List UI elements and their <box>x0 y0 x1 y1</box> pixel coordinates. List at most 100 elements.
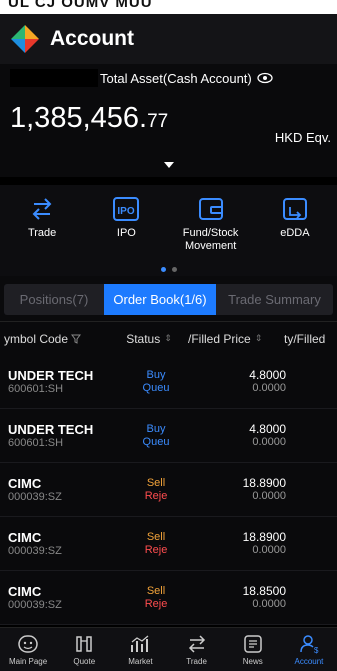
news-icon <box>244 635 262 653</box>
stock-name: UNDER TECH <box>8 367 94 383</box>
nav-quote[interactable]: Quote <box>56 628 112 671</box>
sort-icon[interactable]: ⇕ <box>255 333 263 344</box>
brand-logo-icon <box>11 25 39 53</box>
order-row[interactable]: UNDER TECH 600601:SH Buy Queu 4.8000 0.0000 <box>0 409 337 463</box>
stock-name: UNDER TECH <box>8 421 94 437</box>
col-price[interactable]: /Filled Price ⇕ <box>188 332 284 346</box>
filled-price: 0.0000 <box>252 490 286 502</box>
nav-news[interactable]: News <box>225 628 281 671</box>
total-asset-label: Total Asset(Cash Account) <box>100 70 252 86</box>
trade-icon <box>188 635 205 653</box>
col-status[interactable]: Status ⇕ <box>110 332 188 346</box>
edda-icon <box>282 198 307 220</box>
nav-market[interactable]: Market <box>112 628 168 671</box>
currency-label: HKD Eqv. <box>274 130 331 145</box>
shortcut-trade[interactable]: Trade <box>0 195 84 253</box>
wallet-icon <box>198 198 223 220</box>
svg-text:$: $ <box>314 646 319 655</box>
shortcut-label: Trade <box>27 227 57 239</box>
col-qty-label: ty/Filled <box>284 331 326 346</box>
nav-label: Trade <box>186 657 207 666</box>
filled-price: 0.0000 <box>252 544 286 556</box>
stock-code: 000039:SZ <box>8 598 62 611</box>
col-qty[interactable]: ty/Filled <box>284 332 337 346</box>
stock-code: 000039:SZ <box>8 544 62 557</box>
col-status-label: Status <box>126 331 161 346</box>
expand-caret-icon[interactable] <box>163 162 174 168</box>
nav-label: Quote <box>73 657 96 666</box>
page-title: Account <box>50 27 134 50</box>
order-price: 18.8900 <box>242 476 286 490</box>
sort-icon[interactable]: ⇕ <box>164 333 172 344</box>
tab-positions[interactable]: Positions(7) <box>4 284 104 315</box>
shortcut-edda[interactable]: eDDA <box>253 195 337 253</box>
page-dot <box>171 267 177 272</box>
account-icon: $ <box>300 635 319 655</box>
home-icon <box>18 635 38 653</box>
filled-price: 0.0000 <box>252 382 286 394</box>
stock-code: 000039:SZ <box>8 490 62 503</box>
masked-account-number <box>10 69 98 87</box>
order-state: Reje <box>144 489 168 502</box>
order-price: 18.8500 <box>242 584 286 598</box>
nav-account[interactable]: $ Account <box>281 628 337 671</box>
col-symbol-label: ymbol Code <box>4 331 69 346</box>
stock-name: CIMC <box>8 583 42 599</box>
status-strip: UL CJ OUMV MUU <box>0 0 337 14</box>
app-header: Account <box>0 14 337 64</box>
status-strip-text: UL CJ OUMV MUU <box>8 0 153 11</box>
col-price-label: /Filled Price <box>188 331 251 346</box>
order-price: 4.8000 <box>249 422 286 436</box>
stock-name: CIMC <box>8 475 42 491</box>
shortcut-label: eDDA <box>280 227 310 239</box>
tab-trade-summary[interactable]: Trade Summary <box>216 284 333 315</box>
asset-summary: Total Asset(Cash Account) 1,385,456. 77 … <box>0 64 337 177</box>
bottom-nav: Main Page Quote Market Trade News $ Acco… <box>0 627 337 671</box>
quote-icon <box>76 636 92 652</box>
order-table-header: ymbol Code Status ⇕ /Filled Price ⇕ ty/F… <box>0 321 337 355</box>
shortcut-label: Fund/Stock Movement <box>182 227 239 252</box>
order-state: Reje <box>144 597 168 610</box>
order-side: Sell <box>146 476 166 489</box>
tab-bar: Positions(7) Order Book(1/6) Trade Summa… <box>0 276 337 321</box>
order-side: Buy <box>146 368 166 381</box>
order-state: Queu <box>142 435 170 448</box>
order-side: Sell <box>146 530 166 543</box>
amount-main: 1,385,456. <box>10 102 148 134</box>
nav-trade[interactable]: Trade <box>169 628 225 671</box>
stock-code: 600601:SH <box>8 382 64 395</box>
order-side: Sell <box>146 584 166 597</box>
nav-label: Account <box>294 657 324 666</box>
order-price: 4.8000 <box>249 368 286 382</box>
svg-text:IPO: IPO <box>118 206 135 217</box>
order-row[interactable]: CIMC 000039:SZ Sell Reje 18.8500 0.0000 <box>0 571 337 625</box>
nav-label: Main Page <box>8 657 48 666</box>
order-row[interactable]: CIMC 000039:SZ Sell Reje 18.8900 0.0000 <box>0 463 337 517</box>
shortcut-ipo[interactable]: IPO IPO <box>84 195 168 253</box>
shortcut-fund-stock-movement[interactable]: Fund/Stock Movement <box>169 195 253 253</box>
order-list: UNDER TECH 600601:SH Buy Queu 4.8000 0.0000… <box>0 355 337 625</box>
shortcut-label: IPO <box>116 227 136 239</box>
ipo-icon: IPO <box>113 197 140 221</box>
order-side: Buy <box>146 422 166 435</box>
nav-main-page[interactable]: Main Page <box>0 628 56 671</box>
order-price: 18.8900 <box>242 530 286 544</box>
stock-code: 600601:SH <box>8 436 64 449</box>
order-state: Reje <box>144 543 168 556</box>
page-dot-active <box>160 267 166 272</box>
trade-arrows-icon <box>32 198 52 220</box>
order-row[interactable]: CIMC 000039:SZ Sell Reje 18.8900 0.0000 <box>0 517 337 571</box>
filter-icon[interactable] <box>71 334 82 344</box>
col-symbol-code[interactable]: ymbol Code <box>0 332 110 346</box>
order-row[interactable]: UNDER TECH 600601:SH Buy Queu 4.8000 0.0000 <box>0 355 337 409</box>
filled-price: 0.0000 <box>252 436 286 448</box>
nav-label: News <box>242 657 263 666</box>
eye-icon[interactable] <box>257 72 273 84</box>
stock-name: CIMC <box>8 529 42 545</box>
filled-price: 0.0000 <box>252 598 286 610</box>
tab-order-book[interactable]: Order Book(1/6) <box>104 284 216 315</box>
page-indicator <box>160 267 177 272</box>
nav-label: Market <box>128 657 153 666</box>
market-icon <box>131 635 149 652</box>
amount-decimal: 77 <box>147 111 169 132</box>
